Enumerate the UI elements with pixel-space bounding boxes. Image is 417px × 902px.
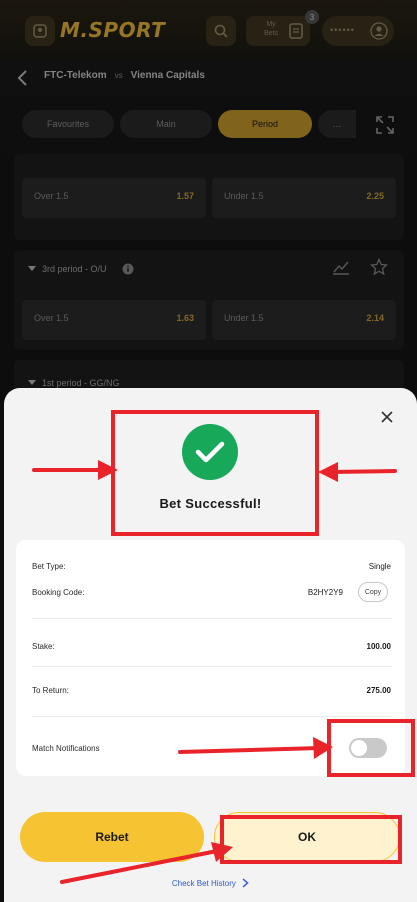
booking-code-label: Booking Code: xyxy=(32,588,85,597)
divider xyxy=(32,716,392,717)
match-notifications-label: Match Notifications xyxy=(32,744,100,753)
check-bet-history-label: Check Bet History xyxy=(171,879,236,889)
bet-type-value: Single xyxy=(368,562,391,571)
to-return-value: 275.00 xyxy=(366,686,391,695)
booking-code-value: B2HY2Y9 xyxy=(307,588,343,597)
copy-button[interactable]: Copy xyxy=(358,582,388,602)
toggle-knob xyxy=(351,740,367,756)
chevron-right-icon xyxy=(242,878,249,890)
to-return-label: To Return: xyxy=(32,686,69,695)
close-icon[interactable] xyxy=(378,408,396,426)
stake-value: 100.00 xyxy=(366,642,391,651)
rebet-button[interactable]: Rebet xyxy=(20,812,204,862)
match-notifications-toggle[interactable] xyxy=(349,738,387,758)
success-message: Bet Successful! xyxy=(159,496,262,511)
check-bet-history-link[interactable]: Check Bet History xyxy=(4,878,417,890)
bet-details-card: Bet Type: Single Booking Code: B2HY2Y9 C… xyxy=(16,540,405,776)
screen: M.SPORT My Bets 3 •••••• FTC-Telekom vs Vi… xyxy=(0,0,417,902)
success-check-icon xyxy=(182,424,238,480)
bet-type-label: Bet Type: xyxy=(32,562,66,571)
stake-label: Stake: xyxy=(32,642,55,651)
divider xyxy=(32,666,392,667)
bet-success-modal: Bet Successful! Bet Type: Single Booking… xyxy=(4,388,417,902)
ok-button[interactable]: OK xyxy=(214,812,400,862)
divider xyxy=(32,618,392,619)
